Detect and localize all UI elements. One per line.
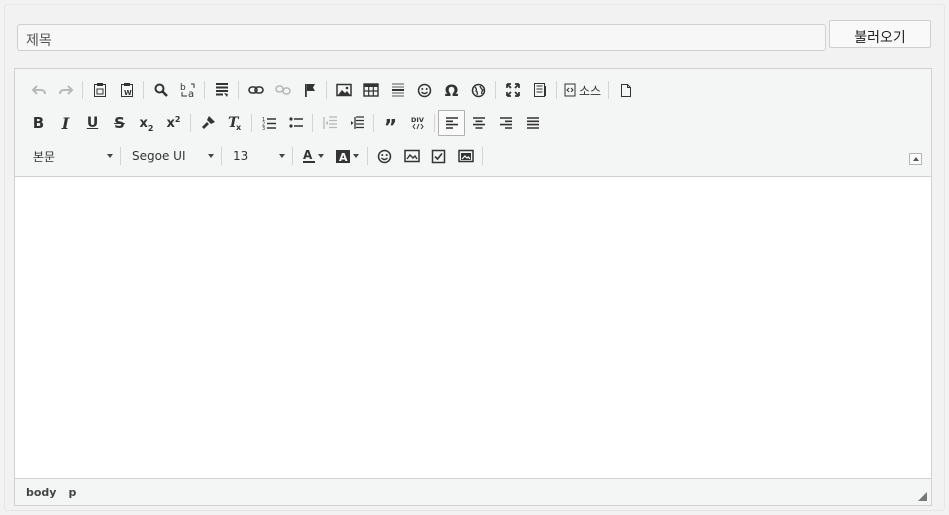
align-left-icon[interactable] (438, 110, 465, 136)
separator (482, 147, 483, 165)
separator (251, 114, 252, 132)
separator (143, 81, 144, 99)
size-dropdown[interactable]: 13 (225, 144, 289, 168)
copy-format-icon[interactable] (194, 110, 221, 136)
maximize-icon[interactable] (499, 77, 526, 103)
separator (120, 147, 121, 165)
separator (204, 81, 205, 99)
undo-icon[interactable] (25, 77, 52, 103)
source-label: 소스 (579, 83, 602, 98)
element-path-body[interactable]: body (26, 486, 56, 499)
show-blocks-icon[interactable] (526, 77, 553, 103)
svg-text:DIV: DIV (411, 116, 424, 124)
remove-format-icon[interactable]: Tx (221, 110, 248, 136)
separator (221, 147, 222, 165)
editor-statusbar: body p (15, 478, 931, 505)
align-center-icon[interactable] (465, 110, 492, 136)
svg-text:b: b (180, 83, 186, 93)
unlink-icon[interactable] (269, 77, 296, 103)
subscript-icon[interactable]: x2 (133, 110, 160, 136)
toolbar-row-2: B I U S x2 x2 Tx 123 ” DIV (25, 110, 546, 137)
toolbar-row-1: W ba Ω 소스 (25, 77, 639, 103)
svg-text:W: W (124, 89, 132, 97)
font-dropdown[interactable]: Segoe UI (124, 144, 218, 168)
redo-icon[interactable] (52, 77, 79, 103)
size-value: 13 (233, 149, 249, 163)
replace-icon[interactable]: ba (174, 77, 201, 103)
background-color-icon[interactable]: A (330, 143, 364, 169)
separator (556, 81, 557, 99)
blockquote-icon[interactable]: ” (377, 110, 404, 137)
special-char-icon[interactable]: Ω (438, 77, 465, 103)
chevron-down-icon (353, 154, 359, 158)
title-input[interactable] (17, 24, 826, 51)
horizontal-rule-icon[interactable] (384, 77, 411, 103)
toolbar-row-3: 본문 Segoe UI 13 A A (25, 143, 486, 169)
image-icon[interactable] (330, 77, 357, 103)
bold-icon[interactable]: B (25, 110, 52, 136)
collapse-toolbar-button[interactable] (909, 153, 922, 165)
chevron-up-icon (912, 157, 919, 161)
resize-handle-icon[interactable] (918, 492, 927, 501)
div-icon[interactable]: DIV (404, 110, 431, 136)
source-button[interactable]: 소스 (560, 77, 605, 103)
checkbox-icon[interactable] (425, 143, 452, 169)
chevron-down-icon (107, 154, 113, 158)
anchor-icon[interactable] (296, 77, 323, 103)
underline-icon[interactable]: U (79, 110, 106, 136)
separator (312, 114, 313, 132)
source-icon (564, 83, 576, 97)
italic-icon[interactable]: I (52, 110, 79, 136)
chevron-down-icon (208, 154, 214, 158)
rich-text-editor: W ba Ω 소스 B I U S x2 x2 T x 1 2 3 ” DIV … (14, 68, 932, 506)
svg-text:3: 3 (262, 126, 265, 130)
separator (434, 114, 435, 132)
align-right-icon[interactable] (492, 110, 519, 136)
chevron-down-icon (279, 154, 285, 158)
format-dropdown[interactable]: 본문 (25, 144, 117, 168)
svg-text:a: a (188, 89, 194, 98)
text-color-icon[interactable]: A (296, 143, 330, 169)
font-value: Segoe UI (132, 149, 186, 163)
separator (292, 147, 293, 165)
table-icon[interactable] (357, 77, 384, 103)
paste-from-word-icon[interactable]: W (113, 77, 140, 103)
separator (495, 81, 496, 99)
smiley-icon[interactable] (411, 77, 438, 103)
paste-icon[interactable] (86, 77, 113, 103)
svg-text:x: x (236, 123, 242, 131)
separator (608, 81, 610, 99)
separator (190, 114, 191, 132)
separator (238, 81, 239, 99)
element-path-p[interactable]: p (68, 486, 76, 499)
load-button[interactable]: 불러오기 (829, 20, 931, 48)
separator (82, 81, 83, 99)
justify-icon[interactable] (519, 110, 546, 136)
find-icon[interactable] (147, 77, 174, 103)
chevron-down-icon (318, 154, 324, 158)
format-value: 본문 (33, 149, 56, 164)
editor-toolbar: W ba Ω 소스 B I U S x2 x2 T x 1 2 3 ” DIV … (15, 69, 931, 177)
image-plugin-icon[interactable] (398, 143, 425, 169)
bulleted-list-icon[interactable] (282, 110, 309, 136)
iframe-icon[interactable] (465, 77, 492, 103)
editor-content-area[interactable] (15, 178, 931, 478)
outdent-icon[interactable] (316, 110, 343, 136)
separator (326, 81, 327, 99)
link-icon[interactable] (242, 77, 269, 103)
superscript-icon[interactable]: x2 (160, 110, 187, 136)
indent-icon[interactable] (343, 110, 370, 136)
image-alt-icon[interactable] (452, 143, 479, 169)
numbered-list-icon[interactable]: 123 (255, 110, 282, 136)
svg-text:A: A (303, 148, 313, 162)
new-page-icon[interactable] (612, 77, 639, 103)
separator (373, 114, 374, 132)
select-all-icon[interactable] (208, 77, 235, 103)
svg-text:A: A (339, 151, 348, 164)
emoji-icon[interactable] (371, 143, 398, 169)
strike-icon[interactable]: S (106, 110, 133, 136)
separator (367, 147, 368, 165)
